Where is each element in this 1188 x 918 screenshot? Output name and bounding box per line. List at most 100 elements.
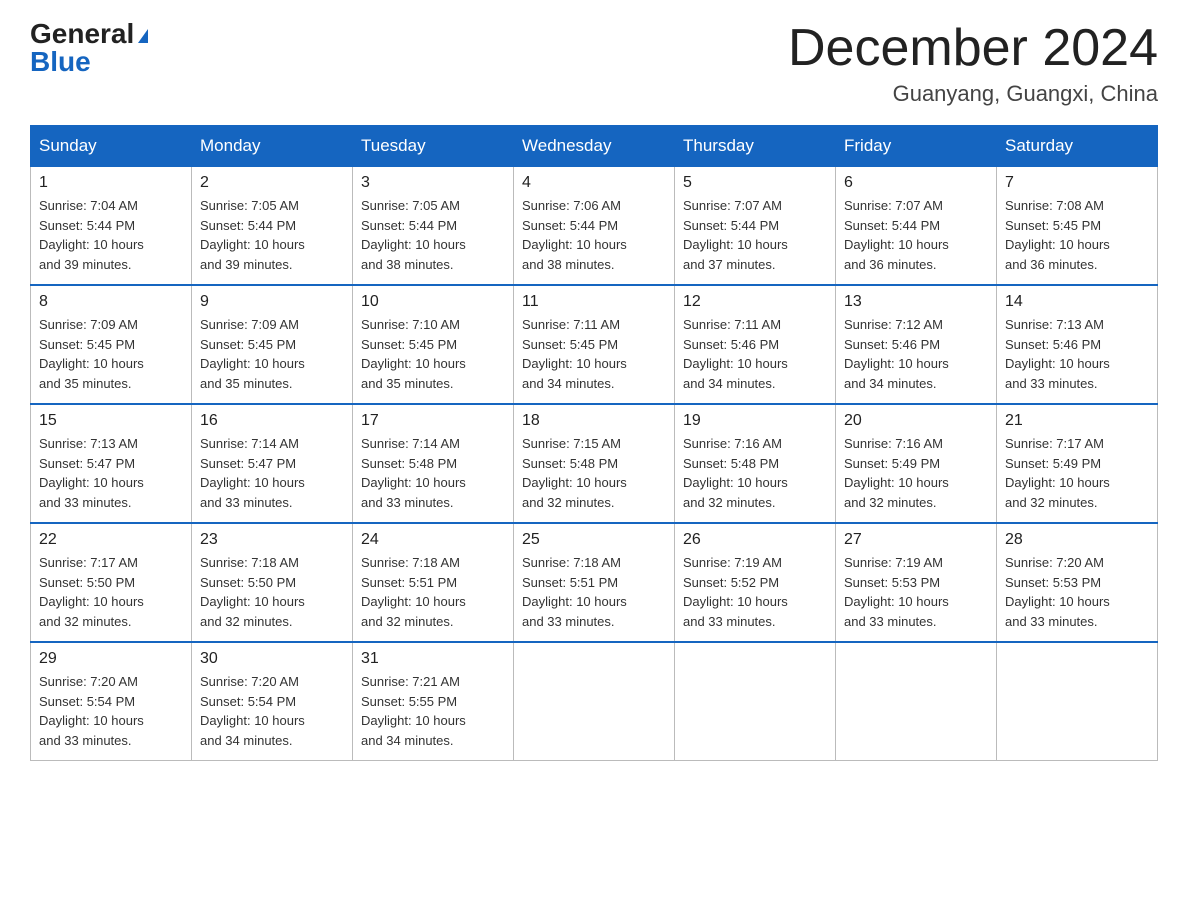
calendar-cell: 10 Sunrise: 7:10 AMSunset: 5:45 PMDayligh… — [353, 285, 514, 404]
day-info: Sunrise: 7:20 AMSunset: 5:54 PMDaylight:… — [200, 672, 344, 750]
day-info: Sunrise: 7:04 AMSunset: 5:44 PMDaylight:… — [39, 196, 183, 274]
day-number: 25 — [522, 531, 666, 549]
day-number: 22 — [39, 531, 183, 549]
calendar-cell: 19Sunrise: 7:16 AMSunset: 5:48 PMDayligh… — [675, 404, 836, 523]
calendar-cell: 15 Sunrise: 7:13 AMSunset: 5:47 PMDayligh… — [31, 404, 192, 523]
calendar-cell: 12 Sunrise: 7:11 AMSunset: 5:46 PMDayligh… — [675, 285, 836, 404]
day-number: 2 — [200, 174, 344, 192]
day-number: 23 — [200, 531, 344, 549]
day-info: Sunrise: 7:15 AMSunset: 5:48 PMDaylight:… — [522, 434, 666, 512]
day-info: Sunrise: 7:05 AMSunset: 5:44 PMDaylight:… — [200, 196, 344, 274]
weekday-header-saturday: Saturday — [997, 126, 1158, 167]
day-info: Sunrise: 7:20 AMSunset: 5:54 PMDaylight:… — [39, 672, 183, 750]
day-number: 14 — [1005, 293, 1149, 311]
logo: General Blue — [30, 20, 148, 76]
day-number: 31 — [361, 650, 505, 668]
calendar-header-row: SundayMondayTuesdayWednesdayThursdayFrid… — [31, 126, 1158, 167]
day-number: 4 — [522, 174, 666, 192]
weekday-header-wednesday: Wednesday — [514, 126, 675, 167]
day-info: Sunrise: 7:08 AMSunset: 5:45 PMDaylight:… — [1005, 196, 1149, 274]
day-info: Sunrise: 7:20 AMSunset: 5:53 PMDaylight:… — [1005, 553, 1149, 631]
calendar-cell: 2 Sunrise: 7:05 AMSunset: 5:44 PMDaylight… — [192, 167, 353, 286]
calendar-week-row: 15 Sunrise: 7:13 AMSunset: 5:47 PMDayligh… — [31, 404, 1158, 523]
calendar-cell: 17 Sunrise: 7:14 AMSunset: 5:48 PMDayligh… — [353, 404, 514, 523]
day-info: Sunrise: 7:12 AMSunset: 5:46 PMDaylight:… — [844, 315, 988, 393]
calendar-cell: 13 Sunrise: 7:12 AMSunset: 5:46 PMDayligh… — [836, 285, 997, 404]
calendar-cell — [514, 642, 675, 761]
calendar-cell: 23 Sunrise: 7:18 AMSunset: 5:50 PMDayligh… — [192, 523, 353, 642]
day-number: 13 — [844, 293, 988, 311]
calendar-cell: 26 Sunrise: 7:19 AMSunset: 5:52 PMDayligh… — [675, 523, 836, 642]
day-info: Sunrise: 7:19 AMSunset: 5:53 PMDaylight:… — [844, 553, 988, 631]
calendar-cell: 28 Sunrise: 7:20 AMSunset: 5:53 PMDayligh… — [997, 523, 1158, 642]
day-info: Sunrise: 7:16 AMSunset: 5:49 PMDaylight:… — [844, 434, 988, 512]
day-number: 21 — [1005, 412, 1149, 430]
day-number: 24 — [361, 531, 505, 549]
day-info: Sunrise: 7:19 AMSunset: 5:52 PMDaylight:… — [683, 553, 827, 631]
calendar-table: SundayMondayTuesdayWednesdayThursdayFrid… — [30, 125, 1158, 761]
calendar-cell: 6 Sunrise: 7:07 AMSunset: 5:44 PMDaylight… — [836, 167, 997, 286]
logo-general-text: General — [30, 18, 134, 49]
weekday-header-monday: Monday — [192, 126, 353, 167]
logo-triangle-icon — [138, 29, 148, 43]
weekday-header-friday: Friday — [836, 126, 997, 167]
day-number: 17 — [361, 412, 505, 430]
day-info: Sunrise: 7:05 AMSunset: 5:44 PMDaylight:… — [361, 196, 505, 274]
calendar-cell: 31Sunrise: 7:21 AMSunset: 5:55 PMDayligh… — [353, 642, 514, 761]
day-number: 6 — [844, 174, 988, 192]
day-number: 9 — [200, 293, 344, 311]
weekday-header-sunday: Sunday — [31, 126, 192, 167]
day-number: 3 — [361, 174, 505, 192]
day-info: Sunrise: 7:11 AMSunset: 5:45 PMDaylight:… — [522, 315, 666, 393]
calendar-cell: 11 Sunrise: 7:11 AMSunset: 5:45 PMDayligh… — [514, 285, 675, 404]
month-title: December 2024 — [788, 20, 1158, 77]
weekday-header-tuesday: Tuesday — [353, 126, 514, 167]
calendar-cell: 27 Sunrise: 7:19 AMSunset: 5:53 PMDayligh… — [836, 523, 997, 642]
logo-general-line: General — [30, 20, 148, 48]
calendar-cell: 16 Sunrise: 7:14 AMSunset: 5:47 PMDayligh… — [192, 404, 353, 523]
day-info: Sunrise: 7:14 AMSunset: 5:48 PMDaylight:… — [361, 434, 505, 512]
calendar-cell: 14 Sunrise: 7:13 AMSunset: 5:46 PMDayligh… — [997, 285, 1158, 404]
day-info: Sunrise: 7:13 AMSunset: 5:47 PMDaylight:… — [39, 434, 183, 512]
day-info: Sunrise: 7:06 AMSunset: 5:44 PMDaylight:… — [522, 196, 666, 274]
day-info: Sunrise: 7:18 AMSunset: 5:50 PMDaylight:… — [200, 553, 344, 631]
day-number: 8 — [39, 293, 183, 311]
calendar-cell: 8Sunrise: 7:09 AMSunset: 5:45 PMDaylight… — [31, 285, 192, 404]
calendar-cell: 18Sunrise: 7:15 AMSunset: 5:48 PMDayligh… — [514, 404, 675, 523]
day-info: Sunrise: 7:09 AMSunset: 5:45 PMDaylight:… — [200, 315, 344, 393]
day-info: Sunrise: 7:13 AMSunset: 5:46 PMDaylight:… — [1005, 315, 1149, 393]
day-number: 29 — [39, 650, 183, 668]
calendar-cell: 25Sunrise: 7:18 AMSunset: 5:51 PMDayligh… — [514, 523, 675, 642]
day-number: 26 — [683, 531, 827, 549]
day-number: 15 — [39, 412, 183, 430]
day-number: 5 — [683, 174, 827, 192]
day-info: Sunrise: 7:11 AMSunset: 5:46 PMDaylight:… — [683, 315, 827, 393]
calendar-cell: 24 Sunrise: 7:18 AMSunset: 5:51 PMDayligh… — [353, 523, 514, 642]
day-number: 1 — [39, 174, 183, 192]
day-info: Sunrise: 7:17 AMSunset: 5:50 PMDaylight:… — [39, 553, 183, 631]
calendar-cell: 1 Sunrise: 7:04 AMSunset: 5:44 PMDaylight… — [31, 167, 192, 286]
day-number: 10 — [361, 293, 505, 311]
calendar-cell: 29 Sunrise: 7:20 AMSunset: 5:54 PMDayligh… — [31, 642, 192, 761]
day-info: Sunrise: 7:07 AMSunset: 5:44 PMDaylight:… — [683, 196, 827, 274]
calendar-cell — [675, 642, 836, 761]
day-number: 12 — [683, 293, 827, 311]
day-info: Sunrise: 7:07 AMSunset: 5:44 PMDaylight:… — [844, 196, 988, 274]
calendar-cell: 21Sunrise: 7:17 AMSunset: 5:49 PMDayligh… — [997, 404, 1158, 523]
day-info: Sunrise: 7:18 AMSunset: 5:51 PMDaylight:… — [361, 553, 505, 631]
day-number: 28 — [1005, 531, 1149, 549]
day-info: Sunrise: 7:10 AMSunset: 5:45 PMDaylight:… — [361, 315, 505, 393]
day-number: 11 — [522, 293, 666, 311]
calendar-cell: 5 Sunrise: 7:07 AMSunset: 5:44 PMDaylight… — [675, 167, 836, 286]
page-header: General Blue December 2024 Guanyang, Gua… — [30, 20, 1158, 107]
calendar-cell: 30 Sunrise: 7:20 AMSunset: 5:54 PMDayligh… — [192, 642, 353, 761]
calendar-cell: 9 Sunrise: 7:09 AMSunset: 5:45 PMDaylight… — [192, 285, 353, 404]
weekday-header-thursday: Thursday — [675, 126, 836, 167]
day-number: 16 — [200, 412, 344, 430]
calendar-cell: 3 Sunrise: 7:05 AMSunset: 5:44 PMDaylight… — [353, 167, 514, 286]
day-number: 27 — [844, 531, 988, 549]
calendar-cell: 22 Sunrise: 7:17 AMSunset: 5:50 PMDayligh… — [31, 523, 192, 642]
day-number: 19 — [683, 412, 827, 430]
day-number: 30 — [200, 650, 344, 668]
day-info: Sunrise: 7:14 AMSunset: 5:47 PMDaylight:… — [200, 434, 344, 512]
